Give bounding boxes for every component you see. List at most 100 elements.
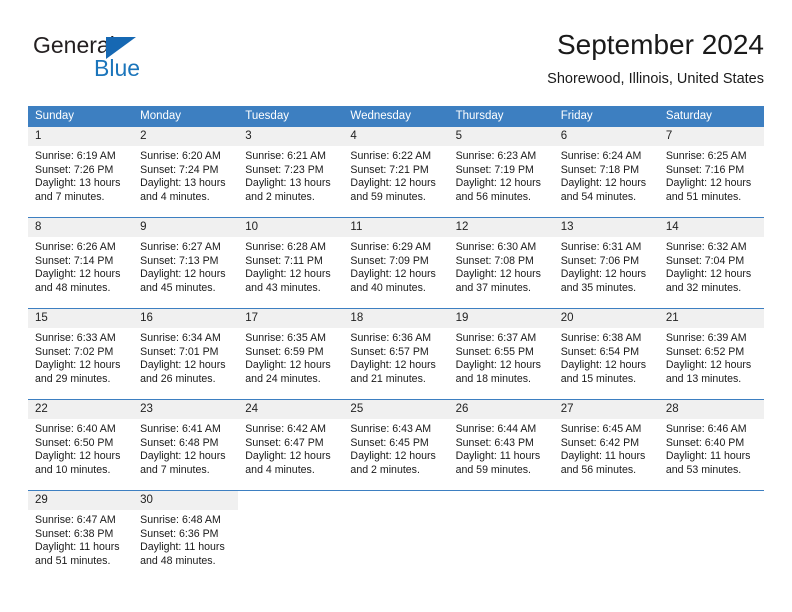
day-number: 22	[28, 400, 134, 419]
day-info: Sunrise: 6:45 AM Sunset: 6:42 PM Dayligh…	[554, 419, 659, 477]
sunset-text: Sunset: 6:50 PM	[35, 436, 114, 449]
day-cell[interactable]: 4 Sunrise: 6:22 AM Sunset: 7:21 PM Dayli…	[343, 126, 449, 218]
day-cell[interactable]: 9 Sunrise: 6:27 AM Sunset: 7:13 PM Dayli…	[133, 217, 239, 309]
sunset-text: Sunset: 7:08 PM	[455, 254, 534, 267]
week-row: 1 Sunrise: 6:19 AM Sunset: 7:26 PM Dayli…	[28, 126, 764, 218]
day-info: Sunrise: 6:47 AM Sunset: 6:38 PM Dayligh…	[28, 510, 133, 568]
daylight-text: Daylight: 11 hours and 48 minutes.	[140, 541, 225, 567]
day-cell[interactable]: 15 Sunrise: 6:33 AM Sunset: 7:02 PM Dayl…	[28, 308, 134, 400]
day-cell[interactable]: 10 Sunrise: 6:28 AM Sunset: 7:11 PM Dayl…	[238, 217, 344, 309]
sunset-text: Sunset: 6:57 PM	[350, 345, 429, 358]
day-cell[interactable]: 7 Sunrise: 6:25 AM Sunset: 7:16 PM Dayli…	[658, 126, 764, 218]
daylight-text: Daylight: 12 hours and 18 minutes.	[455, 359, 541, 385]
daylight-text: Daylight: 11 hours and 53 minutes.	[665, 450, 751, 476]
day-number: 9	[133, 218, 239, 237]
day-number: 4	[343, 127, 449, 146]
day-cell[interactable]: 30 Sunrise: 6:48 AM Sunset: 6:36 PM Dayl…	[133, 490, 239, 581]
daylight-text: Daylight: 12 hours and 29 minutes.	[35, 359, 121, 385]
weekday-header-thursday: Thursday	[448, 106, 554, 127]
day-number: 27	[553, 400, 659, 419]
empty-day-cell	[238, 490, 344, 581]
daylight-text: Daylight: 12 hours and 13 minutes.	[665, 359, 752, 385]
sunrise-text: Sunrise: 6:20 AM	[140, 150, 221, 162]
day-cell[interactable]: 11 Sunrise: 6:29 AM Sunset: 7:09 PM Dayl…	[343, 217, 449, 309]
day-cell[interactable]: 26 Sunrise: 6:44 AM Sunset: 6:43 PM Dayl…	[448, 399, 554, 491]
day-info: Sunrise: 6:41 AM Sunset: 6:48 PM Dayligh…	[133, 419, 238, 477]
logo-text-blue: Blue	[94, 55, 141, 81]
day-cell[interactable]: 3 Sunrise: 6:21 AM Sunset: 7:23 PM Dayli…	[238, 126, 344, 218]
sunrise-text: Sunrise: 6:32 AM	[665, 241, 747, 253]
weekday-header-sunday: Sunday	[28, 106, 134, 127]
day-number: 25	[343, 400, 449, 419]
sunset-text: Sunset: 7:18 PM	[560, 163, 640, 176]
day-number: 8	[28, 218, 134, 237]
week-row: 8 Sunrise: 6:26 AM Sunset: 7:14 PM Dayli…	[28, 217, 764, 309]
sunrise-text: Sunrise: 6:27 AM	[140, 241, 221, 253]
day-cell[interactable]: 14 Sunrise: 6:32 AM Sunset: 7:04 PM Dayl…	[658, 217, 764, 309]
empty-day-cell	[448, 490, 554, 581]
day-number: 13	[553, 218, 659, 237]
sunset-text: Sunset: 6:36 PM	[140, 527, 219, 540]
day-cell[interactable]: 21 Sunrise: 6:39 AM Sunset: 6:52 PM Dayl…	[658, 308, 764, 400]
day-cell[interactable]: 27 Sunrise: 6:45 AM Sunset: 6:42 PM Dayl…	[553, 399, 659, 491]
day-number	[448, 491, 554, 510]
day-cell[interactable]: 19 Sunrise: 6:37 AM Sunset: 6:55 PM Dayl…	[448, 308, 554, 400]
day-cell[interactable]: 29 Sunrise: 6:47 AM Sunset: 6:38 PM Dayl…	[28, 490, 134, 581]
day-cell[interactable]: 18 Sunrise: 6:36 AM Sunset: 6:57 PM Dayl…	[343, 308, 449, 400]
day-info: Sunrise: 6:35 AM Sunset: 6:59 PM Dayligh…	[238, 328, 343, 386]
day-cell[interactable]: 22 Sunrise: 6:40 AM Sunset: 6:50 PM Dayl…	[28, 399, 134, 491]
sunset-text: Sunset: 7:02 PM	[35, 345, 114, 358]
weekday-header-saturday: Saturday	[658, 106, 764, 127]
daylight-text: Daylight: 11 hours and 51 minutes.	[35, 541, 120, 567]
sunrise-text: Sunrise: 6:44 AM	[455, 423, 537, 435]
sunset-text: Sunset: 7:01 PM	[140, 345, 219, 358]
day-cell[interactable]: 13 Sunrise: 6:31 AM Sunset: 7:06 PM Dayl…	[553, 217, 659, 309]
day-info: Sunrise: 6:42 AM Sunset: 6:47 PM Dayligh…	[238, 419, 343, 477]
day-cell[interactable]: 12 Sunrise: 6:30 AM Sunset: 7:08 PM Dayl…	[448, 217, 554, 309]
weekday-header-monday: Monday	[133, 106, 239, 127]
day-cell[interactable]: 6 Sunrise: 6:24 AM Sunset: 7:18 PM Dayli…	[553, 126, 659, 218]
day-cell[interactable]: 2 Sunrise: 6:20 AM Sunset: 7:24 PM Dayli…	[133, 126, 239, 218]
day-info: Sunrise: 6:43 AM Sunset: 6:45 PM Dayligh…	[343, 419, 448, 477]
sunset-text: Sunset: 7:23 PM	[245, 163, 324, 176]
day-number	[658, 491, 764, 510]
weekday-header-friday: Friday	[553, 106, 659, 127]
sunset-text: Sunset: 7:04 PM	[665, 254, 745, 267]
day-cell[interactable]: 23 Sunrise: 6:41 AM Sunset: 6:48 PM Dayl…	[133, 399, 239, 491]
sunset-text: Sunset: 6:59 PM	[245, 345, 324, 358]
sunset-text: Sunset: 6:55 PM	[455, 345, 534, 358]
day-number: 18	[343, 309, 449, 328]
location-subtitle: Shorewood, Illinois, United States	[547, 71, 764, 87]
day-cell[interactable]: 5 Sunrise: 6:23 AM Sunset: 7:19 PM Dayli…	[448, 126, 554, 218]
day-info: Sunrise: 6:25 AM Sunset: 7:16 PM Dayligh…	[659, 146, 764, 204]
day-number: 6	[553, 127, 659, 146]
day-cell[interactable]: 25 Sunrise: 6:43 AM Sunset: 6:45 PM Dayl…	[343, 399, 449, 491]
daylight-text: Daylight: 13 hours and 4 minutes.	[140, 177, 226, 203]
day-cell[interactable]: 17 Sunrise: 6:35 AM Sunset: 6:59 PM Dayl…	[238, 308, 344, 400]
daylight-text: Daylight: 12 hours and 37 minutes.	[455, 268, 541, 294]
general-blue-logo[interactable]: General Blue	[33, 32, 173, 88]
sunrise-text: Sunrise: 6:40 AM	[35, 423, 116, 435]
daylight-text: Daylight: 12 hours and 10 minutes.	[35, 450, 121, 476]
day-cell[interactable]: 20 Sunrise: 6:38 AM Sunset: 6:54 PM Dayl…	[553, 308, 659, 400]
day-cell[interactable]: 24 Sunrise: 6:42 AM Sunset: 6:47 PM Dayl…	[238, 399, 344, 491]
day-cell[interactable]: 8 Sunrise: 6:26 AM Sunset: 7:14 PM Dayli…	[28, 217, 134, 309]
day-cell[interactable]: 1 Sunrise: 6:19 AM Sunset: 7:26 PM Dayli…	[28, 126, 134, 218]
day-cell[interactable]: 28 Sunrise: 6:46 AM Sunset: 6:40 PM Dayl…	[658, 399, 764, 491]
daylight-text: Daylight: 13 hours and 7 minutes.	[35, 177, 121, 203]
daylight-text: Daylight: 12 hours and 45 minutes.	[140, 268, 226, 294]
sunset-text: Sunset: 6:54 PM	[560, 345, 640, 358]
sunset-text: Sunset: 6:52 PM	[665, 345, 745, 358]
day-number: 19	[448, 309, 554, 328]
day-info: Sunrise: 6:40 AM Sunset: 6:50 PM Dayligh…	[28, 419, 133, 477]
daylight-text: Daylight: 11 hours and 59 minutes.	[455, 450, 541, 476]
day-number: 1	[28, 127, 134, 146]
day-cell[interactable]: 16 Sunrise: 6:34 AM Sunset: 7:01 PM Dayl…	[133, 308, 239, 400]
daylight-text: Daylight: 12 hours and 2 minutes.	[350, 450, 436, 476]
day-info: Sunrise: 6:28 AM Sunset: 7:11 PM Dayligh…	[238, 237, 343, 295]
sunset-text: Sunset: 7:14 PM	[35, 254, 114, 267]
day-number	[238, 491, 344, 510]
week-row: 22 Sunrise: 6:40 AM Sunset: 6:50 PM Dayl…	[28, 399, 764, 491]
sunrise-text: Sunrise: 6:34 AM	[140, 332, 221, 344]
day-number: 23	[133, 400, 239, 419]
